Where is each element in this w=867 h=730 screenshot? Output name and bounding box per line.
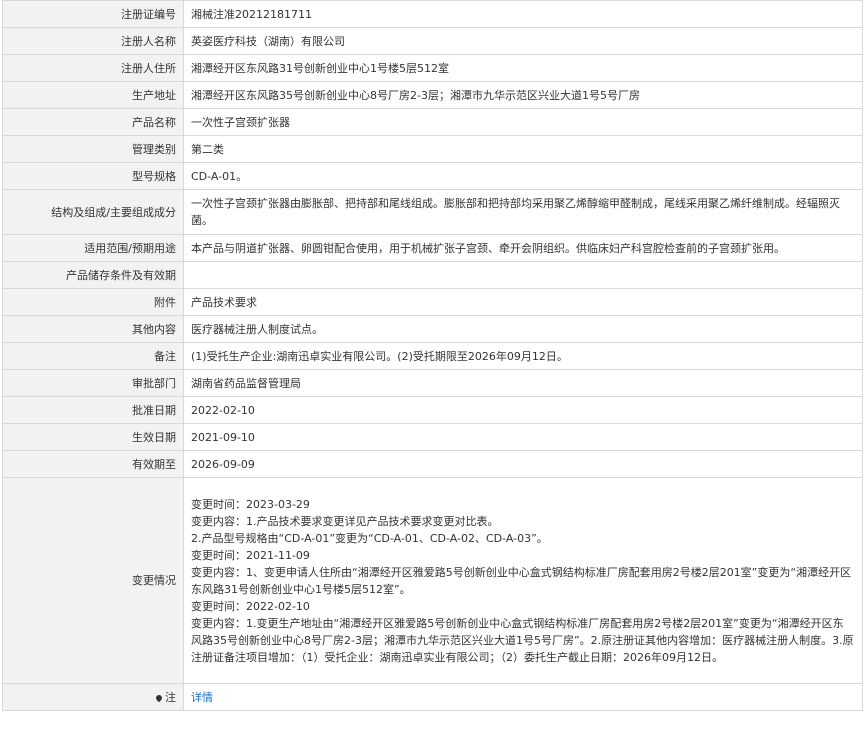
row-production-address: 生产地址 湘潭经开区东风路35号创新创业中心8号厂房2-3层；湘潭市九华示范区兴… [2,81,863,109]
row-remarks: 备注 (1)受托生产企业:湖南迅卓实业有限公司。(2)受托期限至2026年09月… [2,342,863,370]
change-line: 变更内容：1.变更生产地址由“湘潭经开区雅爱路5号创新创业中心盒式钢结构标准厂房… [191,616,854,664]
row-product-name: 产品名称 一次性子宫颈扩张器 [2,108,863,136]
change-line: 变更时间：2023-03-29 [191,497,310,511]
row-value: 2022-02-10 [183,396,863,424]
row-label: 管理类别 [2,135,184,163]
row-value: 本产品与阴道扩张器、卵圆钳配合使用，用于机械扩张子宫颈、牵开会阴组织。供临床妇产… [183,234,863,262]
row-value: 2026-09-09 [183,450,863,478]
row-label: 注册证编号 [2,0,184,28]
row-model: 型号规格 CD-A-01。 [2,162,863,190]
row-reg-no: 注册证编号 湘械注准20212181711 [2,0,863,28]
note-value: 详情 [183,683,863,711]
row-approval-date: 批准日期 2022-02-10 [2,396,863,424]
row-category: 管理类别 第二类 [2,135,863,163]
row-storage: 产品储存条件及有效期 [2,261,863,289]
row-value [183,261,863,289]
row-value: 第二类 [183,135,863,163]
row-value: 2021-09-10 [183,423,863,451]
row-label: 注册人住所 [2,54,184,82]
change-line: 变更时间：2021-11-09 [191,548,310,562]
row-label: 注册人名称 [2,27,184,55]
row-label: 有效期至 [2,450,184,478]
row-label: 生效日期 [2,423,184,451]
row-changes: 变更情况 变更时间：2023-03-29 变更内容：1.产品技术要求变更详见产品… [2,477,863,684]
details-link[interactable]: 详情 [191,691,213,704]
row-label: 生产地址 [2,81,184,109]
row-value: 一次性子宫颈扩张器由膨胀部、把持部和尾线组成。膨胀部和把持部均采用聚乙烯醇缩甲醛… [183,189,863,235]
change-line: 变更时间：2022-02-10 [191,599,310,613]
row-expiry-date: 有效期至 2026-09-09 [2,450,863,478]
row-attachment: 附件 产品技术要求 [2,288,863,316]
row-other: 其他内容 医疗器械注册人制度试点。 [2,315,863,343]
row-label: 产品名称 [2,108,184,136]
row-label: 适用范围/预期用途 [2,234,184,262]
registration-info-table: 注册证编号 湘械注准20212181711 注册人名称 英姿医疗科技（湖南）有限… [2,0,863,711]
row-value: 湘潭经开区东风路35号创新创业中心8号厂房2-3层；湘潭市九华示范区兴业大道1号… [183,81,863,109]
row-value: 医疗器械注册人制度试点。 [183,315,863,343]
row-value: 湖南省药品监督管理局 [183,369,863,397]
row-label: 审批部门 [2,369,184,397]
row-label: 结构及组成/主要组成成分 [2,189,184,235]
row-value: (1)受托生产企业:湖南迅卓实业有限公司。(2)受托期限至2026年09月12日… [183,342,863,370]
row-structure: 结构及组成/主要组成成分 一次性子宫颈扩张器由膨胀部、把持部和尾线组成。膨胀部和… [2,189,863,235]
row-authority: 审批部门 湖南省药品监督管理局 [2,369,863,397]
row-registrant-address: 注册人住所 湘潭经开区东风路31号创新创业中心1号楼5层512室 [2,54,863,82]
row-value: 产品技术要求 [183,288,863,316]
row-label: 附件 [2,288,184,316]
row-label: 产品储存条件及有效期 [2,261,184,289]
change-line: 2.产品型号规格由“CD-A-01”变更为“CD-A-01、CD-A-02、CD… [191,531,548,545]
change-line: 变更内容：1.产品技术要求变更详见产品技术要求变更对比表。 [191,514,499,528]
row-value: 一次性子宫颈扩张器 [183,108,863,136]
row-label: 批准日期 [2,396,184,424]
row-value: 英姿医疗科技（湖南）有限公司 [183,27,863,55]
row-value: 湘潭经开区东风路31号创新创业中心1号楼5层512室 [183,54,863,82]
row-registrant-name: 注册人名称 英姿医疗科技（湖南）有限公司 [2,27,863,55]
row-label: 备注 [2,342,184,370]
row-value: CD-A-01。 [183,162,863,190]
row-intended-use: 适用范围/预期用途 本产品与阴道扩张器、卵圆钳配合使用，用于机械扩张子宫颈、牵开… [2,234,863,262]
note-label: 注 [165,690,176,704]
changes-content: 变更时间：2023-03-29 变更内容：1.产品技术要求变更详见产品技术要求变… [183,477,863,684]
note-label-cell: 注 [2,683,184,711]
row-note: 注 详情 [2,683,863,711]
location-pin-icon [154,693,164,702]
row-label: 其他内容 [2,315,184,343]
row-label: 变更情况 [2,477,184,684]
row-effective-date: 生效日期 2021-09-10 [2,423,863,451]
change-line: 变更内容：1、变更申请人住所由“湘潭经开区雅爱路5号创新创业中心盒式钢结构标准厂… [191,565,852,596]
row-label: 型号规格 [2,162,184,190]
row-value: 湘械注准20212181711 [183,0,863,28]
